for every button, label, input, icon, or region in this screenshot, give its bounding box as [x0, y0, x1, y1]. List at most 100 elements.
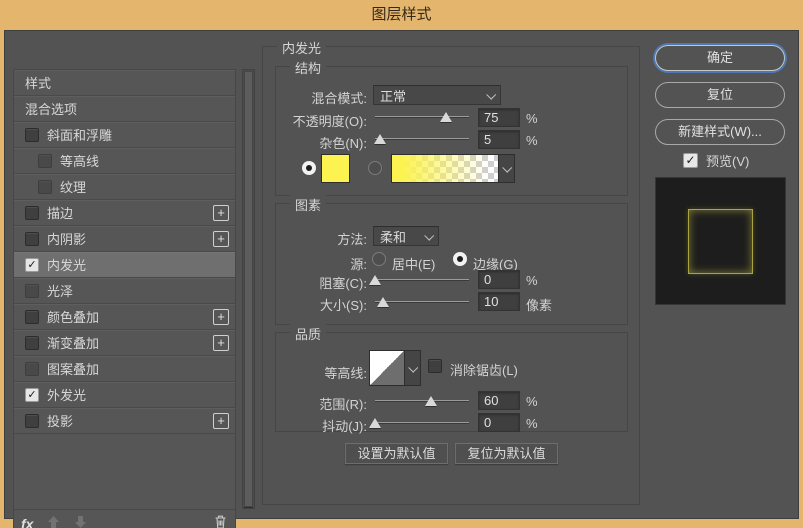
scrollbar-thumb[interactable]	[244, 71, 253, 507]
unchecked-checkbox[interactable]	[25, 231, 39, 246]
noise-slider-thumb[interactable]	[373, 134, 386, 144]
sidebar-item-label: 斜面和浮雕	[47, 128, 113, 143]
move-down-icon[interactable]	[74, 515, 87, 528]
unchecked-checkbox[interactable]	[25, 335, 39, 350]
choke-slider-thumb[interactable]	[369, 275, 381, 285]
unchecked-checkbox[interactable]	[38, 153, 52, 168]
opacity-slider[interactable]	[375, 112, 469, 122]
sidebar-item-13[interactable]: ✓ 外发光	[14, 382, 235, 408]
opacity-input[interactable]	[478, 108, 520, 127]
reset-button[interactable]: 复位	[655, 82, 785, 108]
jitter-label: 抖动(J):	[322, 419, 367, 434]
sidebar-item-label: 内阴影	[47, 232, 87, 247]
jitter-input[interactable]	[478, 413, 520, 432]
size-unit: 像素	[526, 298, 553, 313]
style-list-scrollbar[interactable]	[242, 69, 255, 509]
dialog-titlebar[interactable]: 图层样式	[0, 0, 803, 30]
size-input[interactable]	[478, 292, 520, 311]
chevron-down-icon	[502, 162, 513, 173]
sidebar-item-7[interactable]: 内阴影 +	[14, 226, 235, 252]
add-effect-icon[interactable]: +	[213, 309, 229, 325]
sidebar-item-12[interactable]: 图案叠加	[14, 356, 235, 382]
noise-unit: %	[526, 133, 538, 148]
choke-label: 阻塞(C):	[319, 276, 367, 291]
glow-color-swatch[interactable]	[321, 154, 350, 183]
contour-picker-button[interactable]	[405, 350, 421, 386]
unchecked-checkbox[interactable]	[25, 205, 39, 220]
sidebar-item-label: 外发光	[47, 388, 87, 403]
range-input[interactable]	[478, 391, 520, 410]
opacity-slider-thumb[interactable]	[439, 112, 452, 122]
choke-slider[interactable]	[369, 275, 469, 285]
sidebar-item-6[interactable]: 描边 +	[14, 200, 235, 226]
unchecked-checkbox[interactable]	[25, 127, 39, 142]
sidebar-item-4[interactable]: 等高线	[14, 148, 235, 174]
layer-style-dialog: 图层样式 样式 混合选项 斜面和浮雕 等高线 纹理 描边 + 内阴影 + ✓ 内发光 光泽 颜色叠加 + 渐…	[0, 0, 803, 528]
preview-checkbox[interactable]: ✓	[683, 153, 698, 168]
trash-icon[interactable]	[213, 514, 228, 528]
unchecked-checkbox[interactable]	[25, 413, 39, 428]
unchecked-checkbox[interactable]	[25, 283, 39, 298]
ok-button[interactable]: 确定	[655, 45, 785, 71]
source-label: 源:	[350, 257, 367, 272]
check-icon: ✓	[685, 153, 696, 167]
add-effect-icon[interactable]: +	[213, 413, 229, 429]
sidebar-item-2[interactable]: 混合选项	[14, 96, 235, 122]
preview-row: ✓ 预览(V)	[683, 151, 749, 170]
sidebar-item-9[interactable]: 光泽	[14, 278, 235, 304]
fx-menu-icon[interactable]: fx	[21, 516, 33, 528]
sidebar-item-label: 样式	[25, 76, 52, 91]
checked-checkbox[interactable]: ✓	[25, 387, 39, 402]
technique-select[interactable]: 柔和	[373, 226, 439, 246]
range-slider-thumb[interactable]	[425, 396, 438, 406]
gradient-bar[interactable]	[391, 154, 499, 183]
jitter-slider[interactable]	[369, 418, 469, 428]
sidebar-item-label: 渐变叠加	[47, 336, 100, 351]
contour-thumbnail[interactable]	[369, 350, 405, 386]
sidebar-item-label: 投影	[47, 414, 74, 429]
range-slider[interactable]	[375, 396, 469, 406]
choke-unit: %	[526, 273, 538, 288]
move-up-icon[interactable]	[47, 515, 60, 528]
sidebar-item-label: 纹理	[60, 180, 87, 195]
elements-group: 图素 方法: 柔和 源: 居中(E) 边缘(G) 阻塞(C): % 大小(S):…	[275, 195, 628, 325]
add-effect-icon[interactable]: +	[213, 335, 229, 351]
range-label: 范围(R):	[319, 397, 367, 412]
sidebar-item-11[interactable]: 渐变叠加 +	[14, 330, 235, 356]
sidebar-item-5[interactable]: 纹理	[14, 174, 235, 200]
range-unit: %	[526, 394, 538, 409]
blend-mode-select[interactable]: 正常	[373, 85, 501, 105]
sidebar-item-14[interactable]: 投影 +	[14, 408, 235, 434]
gradient-picker-button[interactable]	[499, 154, 515, 183]
sidebar-item-8[interactable]: ✓ 内发光	[14, 252, 235, 278]
contour-label: 等高线:	[324, 366, 367, 381]
source-center-radio[interactable]	[372, 252, 386, 266]
add-effect-icon[interactable]: +	[213, 205, 229, 221]
size-slider-thumb[interactable]	[376, 297, 389, 307]
sidebar-item-1[interactable]: 样式	[14, 70, 235, 96]
antialias-checkbox[interactable]	[428, 359, 442, 373]
noise-input[interactable]	[478, 130, 520, 149]
noise-slider[interactable]	[373, 134, 469, 144]
checked-checkbox[interactable]: ✓	[25, 257, 39, 272]
size-label: 大小(S):	[320, 298, 367, 313]
sidebar-item-label: 光泽	[47, 284, 74, 299]
sidebar-item-10[interactable]: 颜色叠加 +	[14, 304, 235, 330]
choke-input[interactable]	[478, 270, 520, 289]
size-slider[interactable]	[375, 297, 469, 307]
add-effect-icon[interactable]: +	[213, 231, 229, 247]
fill-gradient-radio[interactable]	[368, 161, 382, 175]
set-default-button[interactable]: 设置为默认值	[345, 443, 448, 464]
unchecked-checkbox[interactable]	[38, 179, 52, 194]
source-edge-radio[interactable]	[453, 252, 467, 266]
dialog-title: 图层样式	[371, 6, 432, 23]
reset-default-button[interactable]: 复位为默认值	[455, 443, 558, 464]
jitter-slider-thumb[interactable]	[369, 418, 381, 428]
elements-legend: 图素	[290, 195, 327, 214]
unchecked-checkbox[interactable]	[25, 309, 39, 324]
preview-label: 预览(V)	[706, 154, 750, 169]
fill-color-radio[interactable]	[302, 161, 316, 175]
new-style-button[interactable]: 新建样式(W)...	[655, 119, 785, 145]
sidebar-item-3[interactable]: 斜面和浮雕	[14, 122, 235, 148]
unchecked-checkbox[interactable]	[25, 361, 39, 376]
